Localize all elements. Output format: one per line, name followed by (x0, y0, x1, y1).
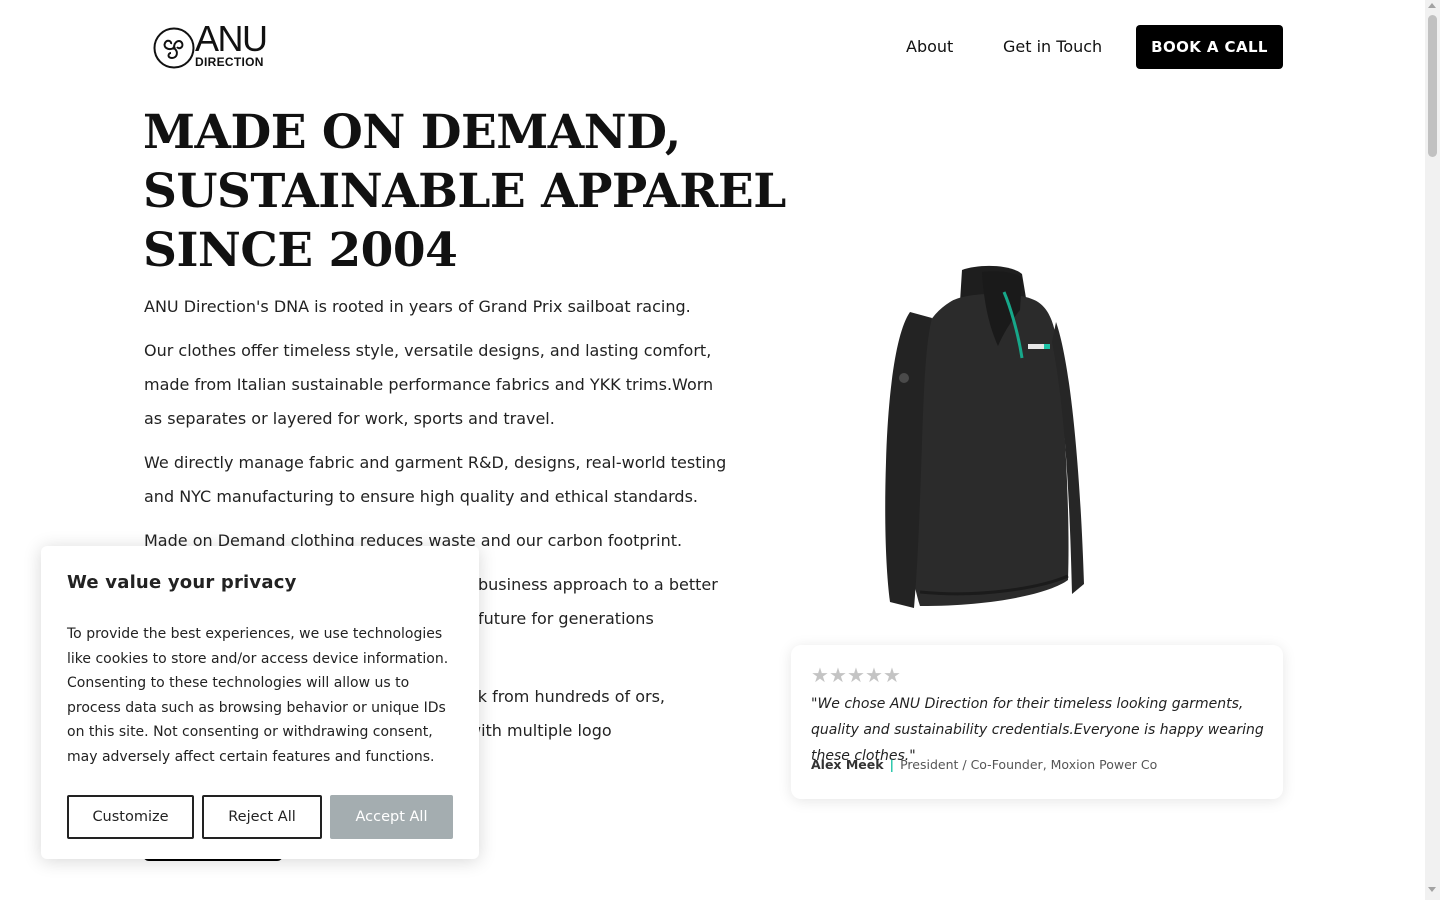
hero-paragraph: Our clothes offer timeless style, versat… (144, 341, 714, 428)
cookie-description: To provide the best experiences, we use … (67, 626, 449, 765)
star-icon: ★ (883, 663, 901, 687)
reject-all-button[interactable]: Reject All (202, 795, 322, 839)
author-separator: | (889, 757, 895, 772)
scrollbar-thumb[interactable] (1428, 15, 1437, 157)
headline-line: MADE ON DEMAND, (143, 105, 681, 160)
author-name: Alex Meek (811, 757, 884, 772)
testimonial-card: ★ ★ ★ ★ ★ "We chose ANU Direction for th… (791, 645, 1283, 799)
logo-wordmark: ANU (195, 18, 268, 59)
nav-link-get-in-touch[interactable]: Get in Touch (1003, 37, 1102, 56)
scroll-down-arrow-icon[interactable] (1428, 887, 1436, 892)
page-scrollbar[interactable] (1425, 0, 1440, 900)
nav-link-about[interactable]: About (906, 37, 953, 56)
hero-headline: MADE ON DEMAND, SUSTAINABLE APPAREL SINC… (143, 103, 786, 280)
jacket-illustration (885, 265, 1084, 608)
cookie-title: We value your privacy (67, 572, 297, 593)
star-icon: ★ (847, 663, 865, 687)
product-image (880, 262, 1092, 616)
star-icon: ★ (811, 663, 829, 687)
star-rating: ★ ★ ★ ★ ★ (811, 664, 901, 686)
brand-logo[interactable]: ANU DIRECTION (153, 21, 268, 71)
hero-paragraph-partial: ok from hundreds of ors, with multiple l… (468, 687, 665, 740)
author-title: President / Co-Founder, Moxion Power Co (900, 757, 1158, 772)
accept-all-button[interactable]: Accept All (330, 795, 453, 839)
testimonial-author: Alex Meek | President / Co-Founder, Moxi… (811, 757, 1157, 772)
scroll-up-arrow-icon[interactable] (1428, 3, 1436, 8)
customize-button[interactable]: Customize (67, 795, 194, 839)
star-icon: ★ (865, 663, 883, 687)
hero-paragraph-partial: business approach to a better future for… (478, 575, 718, 628)
logo-subtitle: DIRECTION (195, 55, 264, 69)
headline-line: SUSTAINABLE APPAREL (143, 164, 786, 219)
hero-paragraph: We directly manage fabric and garment R&… (144, 453, 727, 506)
hero-paragraph: ANU Direction's DNA is rooted in years o… (144, 297, 691, 316)
headline-line: SINCE 2004 (143, 223, 458, 278)
site-header: ANU DIRECTION About Get in Touch BOOK A … (0, 0, 1425, 95)
book-a-call-button[interactable]: BOOK A CALL (1136, 25, 1283, 69)
cookie-consent-panel: We value your privacy To provide the bes… (41, 546, 479, 859)
triskele-icon (153, 27, 195, 69)
star-icon: ★ (829, 663, 847, 687)
